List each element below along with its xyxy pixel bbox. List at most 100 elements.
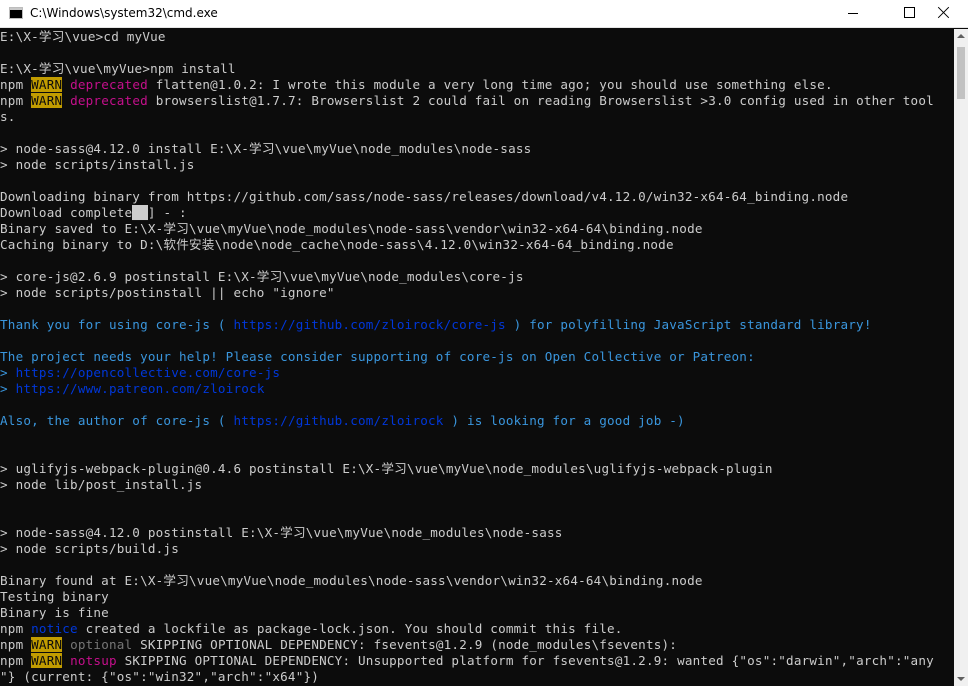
console-line: Download complete██] - : bbox=[0, 205, 954, 221]
cmd-icon bbox=[9, 7, 23, 19]
console-line: Thank you for using core-js ( https://gi… bbox=[0, 317, 954, 333]
console-text: > node-sass@4.12.0 install E:\X-学习\vue\m… bbox=[0, 141, 532, 156]
console-line: > node-sass@4.12.0 install E:\X-学习\vue\m… bbox=[0, 141, 954, 157]
console-line: Also, the author of core-js ( https://gi… bbox=[0, 413, 954, 429]
console-text: > node scripts/install.js bbox=[0, 157, 195, 172]
console-text: Binary is fine bbox=[0, 605, 109, 620]
arrow-up-icon bbox=[957, 34, 965, 38]
console-text: > core-js@2.6.9 postinstall E:\X-学习\vue\… bbox=[0, 269, 524, 284]
close-button[interactable] bbox=[922, 0, 968, 27]
scroll-down-button[interactable] bbox=[954, 672, 968, 686]
console-text: Caching binary to D:\软件安装\node\node_cach… bbox=[0, 237, 674, 252]
warn-badge: WARN bbox=[31, 93, 63, 108]
scroll-up-button[interactable] bbox=[954, 29, 968, 43]
console-text: > uglifyjs-webpack-plugin@0.4.6 postinst… bbox=[0, 461, 773, 476]
console-line: Testing binary bbox=[0, 589, 954, 605]
console-line: The project needs your help! Please cons… bbox=[0, 349, 954, 365]
console-line: > https://www.patreon.com/zloirock bbox=[0, 381, 954, 397]
console-text: npm bbox=[0, 653, 32, 668]
console-output[interactable]: E:\X-学习\vue>cd myVue E:\X-学习\vue\myVue>np… bbox=[0, 29, 954, 686]
console-text: npm bbox=[0, 77, 32, 92]
warn-badge: WARN bbox=[31, 77, 63, 92]
warn-badge: WARN bbox=[31, 637, 63, 652]
console-line: > node lib/post_install.js bbox=[0, 477, 954, 493]
console-info-text: > bbox=[0, 381, 16, 396]
console-text: "} (current: {"os":"win32","arch":"x64"}… bbox=[0, 669, 320, 684]
console-line: > core-js@2.6.9 postinstall E:\X-学习\vue\… bbox=[0, 269, 954, 285]
console-line: npm WARN optional SKIPPING OPTIONAL DEPE… bbox=[0, 637, 954, 653]
console-info-text: The project needs your help! Please cons… bbox=[0, 349, 755, 364]
console-text: Binary saved to E:\X-学习\vue\myVue\node_m… bbox=[0, 221, 703, 236]
scrollbar-thumb[interactable] bbox=[957, 47, 965, 99]
arrow-down-icon bbox=[957, 677, 965, 681]
console-text: > node scripts/build.js bbox=[0, 541, 179, 556]
console-line: npm WARN notsup SKIPPING OPTIONAL DEPEND… bbox=[0, 653, 954, 669]
console-text: > node lib/post_install.js bbox=[0, 477, 203, 492]
console-line: npm WARN deprecated flatten@1.0.2: I wro… bbox=[0, 77, 954, 93]
close-icon bbox=[938, 6, 950, 18]
console-line: npm notice created a lockfile as package… bbox=[0, 621, 954, 637]
maximize-icon bbox=[904, 7, 915, 18]
console-line: s. bbox=[0, 109, 954, 125]
console-text: E:\X-学习\vue\myVue>npm install bbox=[0, 61, 236, 76]
console-line: E:\X-学习\vue\myVue>npm install bbox=[0, 61, 954, 77]
console-info-text: ) for polyfilling JavaScript standard li… bbox=[505, 317, 872, 332]
console-line: Caching binary to D:\软件安装\node\node_cach… bbox=[0, 237, 954, 253]
console-text: s. bbox=[0, 109, 16, 124]
warn-badge: WARN bbox=[31, 653, 63, 668]
console-info-text: Thank you for using core-js ( bbox=[0, 317, 234, 332]
console-link: https://www.patreon.com/zloirock bbox=[15, 381, 265, 396]
console-line: Downloading binary from https://github.c… bbox=[0, 189, 954, 205]
log-level-label: optional bbox=[70, 637, 133, 652]
console-text: SKIPPING OPTIONAL DEPENDENCY: Unsupporte… bbox=[116, 653, 934, 668]
minimize-button[interactable] bbox=[830, 0, 876, 27]
console-text: Binary found at E:\X-学习\vue\myVue\node_m… bbox=[0, 573, 703, 588]
console-line: > node-sass@4.12.0 postinstall E:\X-学习\v… bbox=[0, 525, 954, 541]
console-text: npm bbox=[0, 621, 32, 636]
progress-block: ██ bbox=[132, 205, 148, 220]
window-title: C:\Windows\system32\cmd.exe bbox=[30, 6, 218, 20]
console-text: ] - : bbox=[147, 205, 187, 220]
console-line: > node scripts/install.js bbox=[0, 157, 954, 173]
log-level-label: notsup bbox=[70, 653, 117, 668]
console-text: Download complete bbox=[0, 205, 133, 220]
console-text: SKIPPING OPTIONAL DEPENDENCY: fsevents@1… bbox=[132, 637, 678, 652]
log-level-label: deprecated bbox=[70, 93, 148, 108]
console-line: Binary found at E:\X-学习\vue\myVue\node_m… bbox=[0, 573, 954, 589]
console-line: "} (current: {"os":"win32","arch":"x64"}… bbox=[0, 669, 954, 685]
console-link: https://opencollective.com/core-js bbox=[15, 365, 281, 380]
console-text: E:\X-学习\vue>cd myVue bbox=[0, 29, 166, 44]
cmd-window: C:\Windows\system32\cmd.exe E:\X-学习\vue>… bbox=[0, 0, 968, 686]
console-text: browserslist@1.7.7: Browserslist 2 could… bbox=[147, 93, 934, 108]
console-text: > node-sass@4.12.0 postinstall E:\X-学习\v… bbox=[0, 525, 563, 540]
console-line: > node scripts/build.js bbox=[0, 541, 954, 557]
title-bar[interactable]: C:\Windows\system32\cmd.exe bbox=[0, 0, 968, 28]
vertical-scrollbar[interactable] bbox=[954, 29, 968, 686]
console-line: > node scripts/postinstall || echo "igno… bbox=[0, 285, 954, 301]
console-text: > node scripts/postinstall || echo "igno… bbox=[0, 285, 335, 300]
console-link: https://github.com/zloirock/core-js bbox=[233, 317, 506, 332]
console-text: Testing binary bbox=[0, 589, 109, 604]
console-line: E:\X-学习\vue>cd myVue bbox=[0, 29, 954, 45]
console-text: Downloading binary from https://github.c… bbox=[0, 189, 849, 204]
console-link: notice bbox=[31, 621, 78, 636]
console-text: flatten@1.0.2: I wrote this module a ver… bbox=[147, 77, 833, 92]
console-line: > https://opencollective.com/core-js bbox=[0, 365, 954, 381]
console-text: npm bbox=[0, 637, 32, 652]
console-link: https://github.com/zloirock bbox=[233, 413, 444, 428]
